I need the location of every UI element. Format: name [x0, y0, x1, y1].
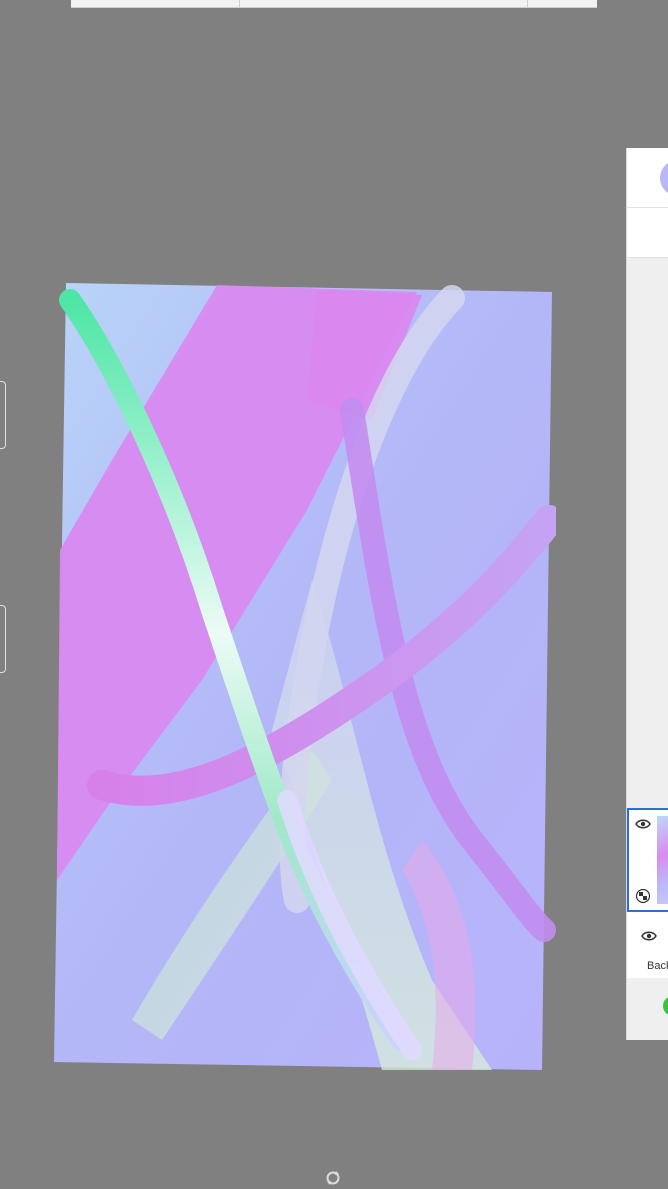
status-dot[interactable]: [663, 996, 668, 1016]
avatar[interactable]: [660, 160, 668, 196]
layers-panel-toolbar: [627, 208, 668, 258]
layer-label-background: Back: [647, 960, 668, 972]
layer-row-background[interactable]: Back: [627, 912, 668, 978]
eye-icon[interactable]: [635, 816, 651, 832]
rotate-icon[interactable]: [325, 1170, 341, 1186]
opacity-slider-handle[interactable]: [0, 605, 6, 673]
toolbar-divider: [239, 0, 240, 8]
brush-size-slider-handle[interactable]: [0, 381, 6, 449]
layers-panel: Back: [626, 148, 668, 1040]
drawing-canvas[interactable]: [52, 280, 556, 1072]
top-toolbar: [71, 0, 597, 8]
checker-icon[interactable]: [635, 888, 651, 904]
layer-thumbnail: [657, 816, 668, 904]
layers-panel-footer: [627, 978, 668, 1040]
toolbar-divider: [527, 0, 528, 8]
layer-row-selected[interactable]: [627, 808, 668, 912]
layers-panel-header: [627, 148, 668, 208]
artwork: [54, 283, 556, 1070]
eye-icon[interactable]: [641, 928, 657, 944]
